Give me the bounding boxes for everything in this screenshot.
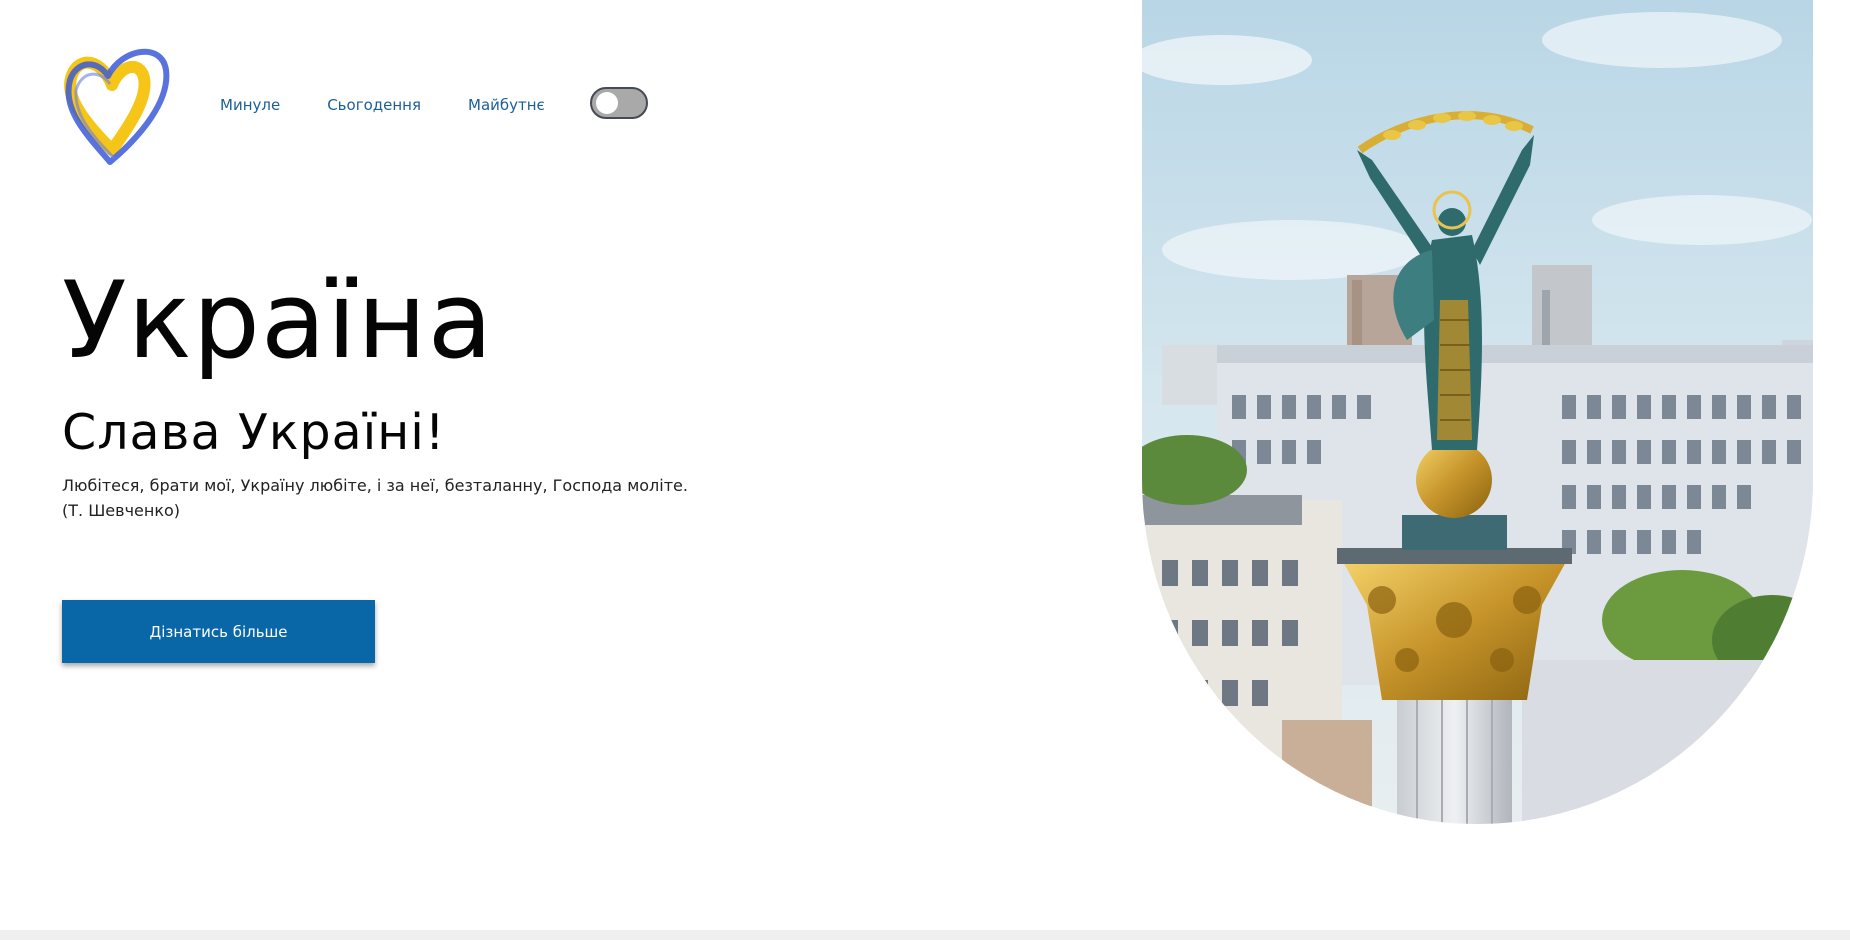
hero-title: Україна xyxy=(62,259,494,382)
nav-item-future[interactable]: Майбутнє xyxy=(468,96,545,114)
toggle-knob xyxy=(596,92,618,114)
footer-strip xyxy=(0,930,1850,940)
quote-text: Любітеся, брати мої, Україну любіте, і з… xyxy=(62,476,688,495)
heart-logo-icon[interactable] xyxy=(62,40,174,170)
theme-toggle[interactable] xyxy=(590,87,648,119)
nav-item-past[interactable]: Минуле xyxy=(220,96,280,114)
independence-monument-image xyxy=(1142,0,1813,824)
learn-more-button[interactable]: Дізнатись більше xyxy=(62,600,375,663)
quote-author: (Т. Шевченко) xyxy=(62,501,181,520)
page: Минуле Сьогодення Майбутнє Україна Слава… xyxy=(0,0,1850,940)
hero-quote: Любітеся, брати мої, Україну любіте, і з… xyxy=(62,473,802,523)
nav-item-present[interactable]: Сьогодення xyxy=(327,96,421,114)
hero-image xyxy=(1142,0,1813,824)
hero-subtitle: Слава Україні! xyxy=(62,404,446,461)
main-nav: Минуле Сьогодення Майбутнє xyxy=(220,96,592,114)
